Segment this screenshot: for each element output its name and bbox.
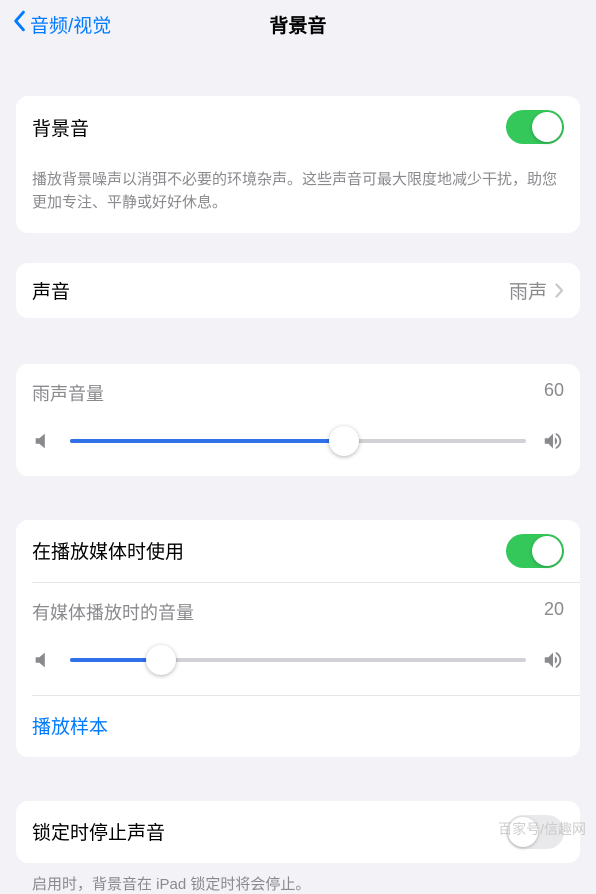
back-label: 音频/视觉 xyxy=(30,11,111,38)
volume-high-icon xyxy=(542,649,564,671)
footer-stop-on-lock: 启用时，背景音在 iPad 锁定时将会停止。 xyxy=(16,863,580,894)
slider-rain-volume[interactable] xyxy=(70,426,526,456)
value-sound: 雨声 xyxy=(509,277,547,304)
watermark: 百家号/信趣网 xyxy=(498,819,586,839)
row-background-sound-toggle: 背景音 xyxy=(16,96,580,158)
description-background-sound: 播放背景噪声以消弭不必要的环境杂声。这些声音可最大限度地减少干扰，助您更加专注、… xyxy=(16,158,580,233)
volume-low-icon xyxy=(32,649,54,671)
chevron-right-icon xyxy=(555,283,564,298)
label-media-volume: 有媒体播放时的音量 xyxy=(32,599,194,625)
row-stop-on-lock-toggle: 锁定时停止声音 xyxy=(16,801,580,863)
label-rain-volume: 雨声音量 xyxy=(32,380,104,406)
slider-media-volume[interactable] xyxy=(70,645,526,675)
volume-low-icon xyxy=(32,430,54,452)
volume-high-icon xyxy=(542,430,564,452)
toggle-background-sound[interactable] xyxy=(506,110,564,144)
label-sound: 声音 xyxy=(32,277,509,304)
navbar: 音频/视觉 背景音 xyxy=(0,0,596,48)
value-rain-volume: 60 xyxy=(544,380,564,406)
label-background-sound: 背景音 xyxy=(32,114,506,141)
row-sound-select[interactable]: 声音 雨声 xyxy=(16,263,580,318)
group-background-sound: 背景音 播放背景噪声以消弭不必要的环境杂声。这些声音可最大限度地减少干扰，助您更… xyxy=(16,96,580,233)
group-rain-volume: 雨声音量 60 xyxy=(16,364,580,476)
group-media-playing: 在播放媒体时使用 有媒体播放时的音量 20 播放样本 xyxy=(16,520,580,757)
row-use-with-media-toggle: 在播放媒体时使用 xyxy=(16,520,580,582)
toggle-use-with-media[interactable] xyxy=(506,534,564,568)
group-stop-on-lock: 锁定时停止声音 xyxy=(16,801,580,863)
value-media-volume: 20 xyxy=(544,599,564,625)
label-stop-on-lock: 锁定时停止声音 xyxy=(32,818,506,845)
play-sample-button[interactable]: 播放样本 xyxy=(16,696,580,757)
chevron-left-icon xyxy=(12,10,26,38)
group-sound: 声音 雨声 xyxy=(16,263,580,318)
label-use-with-media: 在播放媒体时使用 xyxy=(32,537,506,564)
back-button[interactable]: 音频/视觉 xyxy=(12,10,111,38)
